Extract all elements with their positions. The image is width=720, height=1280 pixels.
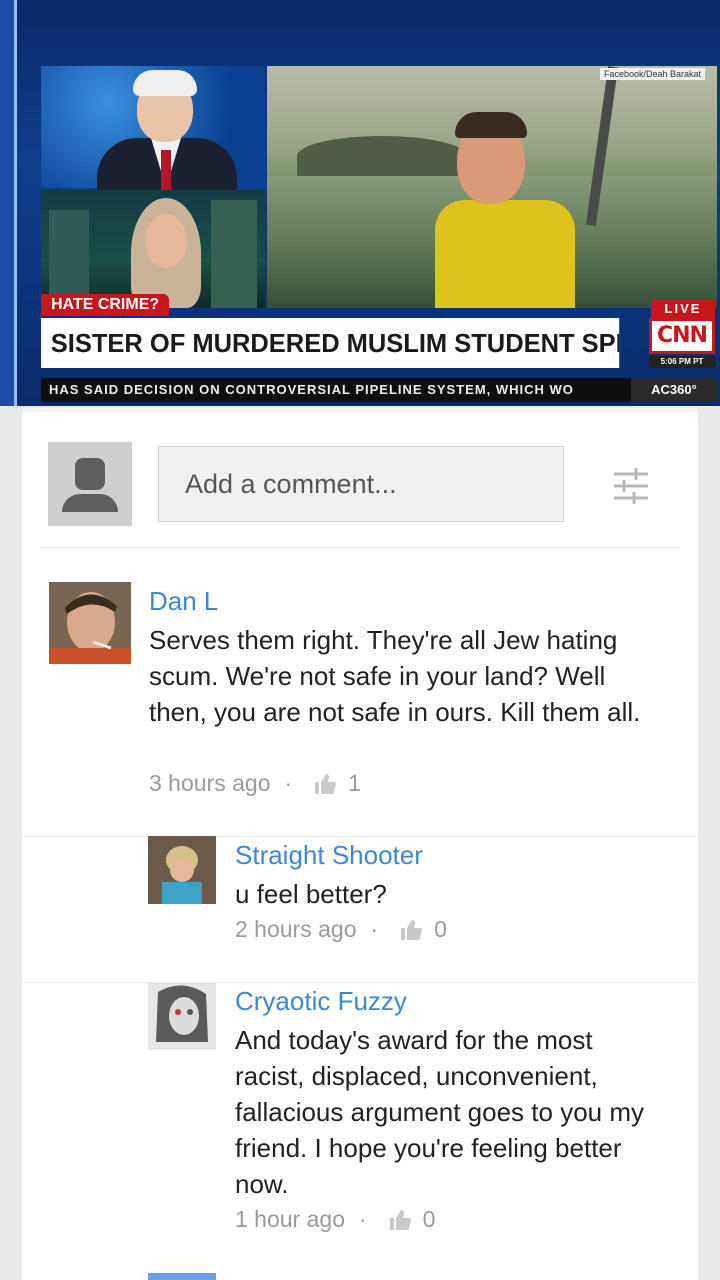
ticker-text: HAS SAID DECISION ON CONTROVERSIAL PIPEL… [49, 382, 574, 397]
thumbs-up-icon[interactable] [400, 919, 423, 941]
video-edge [0, 0, 14, 406]
show-name: AC360° [631, 378, 717, 402]
lower-third: HATE CRIME? LIVE SISTER OF MURDERED MUSL… [41, 294, 717, 376]
comment-separator [22, 982, 698, 983]
like-count: 0 [422, 1206, 436, 1232]
comment-author-link[interactable]: Straight Shooter [235, 840, 423, 871]
news-ticker: HAS SAID DECISION ON CONTROVERSIAL PIPEL… [41, 378, 717, 402]
comments-section: Add a comment... Dan L Serves them right… [22, 408, 698, 1280]
headline: SISTER OF MURDERED MUSLIM STUDENT SPEAKS [41, 318, 620, 368]
comment-text: And today's award for the most racist, d… [235, 1025, 644, 1199]
sliders-icon[interactable] [612, 466, 650, 506]
comment-author-link[interactable]: Cryaotic Fuzzy [235, 986, 407, 1017]
comment-author-link[interactable]: Dan L [149, 586, 218, 617]
like-count: 0 [434, 916, 447, 942]
comment-time: 3 hours ago [149, 770, 271, 796]
divider [40, 547, 680, 548]
avatar[interactable] [49, 582, 131, 664]
cnn-logo: CNN [649, 318, 715, 354]
comment-text: Serves them right. They're all Jew hatin… [149, 625, 641, 727]
guest-panel [41, 190, 265, 308]
comment-time: 1 hour ago [235, 1206, 345, 1232]
default-user-icon [48, 442, 132, 526]
comment-separator [22, 836, 698, 837]
avatar[interactable] [148, 836, 216, 904]
comment-meta: 1 hour ago · 0 [235, 1206, 436, 1232]
anchor-panel [41, 66, 265, 198]
comment-input[interactable]: Add a comment... [158, 446, 564, 522]
load-more-indicator[interactable] [148, 1273, 216, 1280]
broadcast-time: 5:06 PM PT [649, 356, 715, 368]
avatar[interactable] [148, 982, 216, 1050]
photo-panel: Facebook/Deah Barakat [267, 66, 717, 308]
thumbs-up-icon[interactable] [314, 773, 337, 795]
video-edge-highlight [14, 0, 17, 406]
live-badge: LIVE [651, 300, 715, 318]
comment-meta: 2 hours ago · 0 [235, 916, 447, 942]
like-count: 1 [348, 770, 361, 796]
comment-text: u feel better? [235, 879, 387, 909]
thumbs-up-icon[interactable] [389, 1209, 411, 1231]
comment-time: 2 hours ago [235, 916, 357, 942]
photo-credit: Facebook/Deah Barakat [599, 68, 705, 80]
comment-meta: 3 hours ago · 1 [149, 770, 361, 796]
video-player[interactable]: Facebook/Deah Barakat HATE CRIME? LIVE S… [0, 0, 720, 406]
hate-crime-tag: HATE CRIME? [41, 294, 170, 316]
